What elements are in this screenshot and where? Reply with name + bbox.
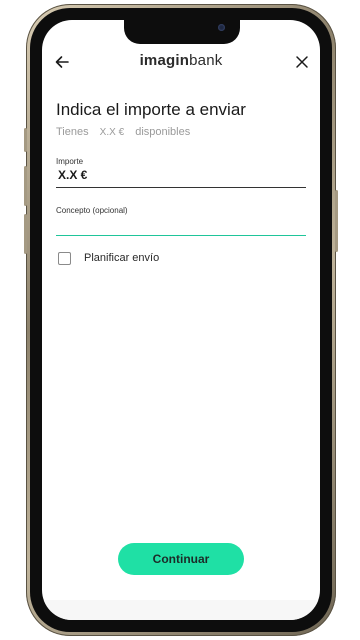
phone-notch xyxy=(124,20,240,44)
app-screen: imaginbank Indica el importe a enviar Ti… xyxy=(42,20,320,620)
available-balance: Tienes X.X € disponibles xyxy=(56,126,198,138)
logo-text-bold: imagin xyxy=(139,52,190,69)
app-header: imaginbank xyxy=(42,48,320,76)
amount-label: Importe xyxy=(56,157,84,166)
front-camera xyxy=(218,24,225,31)
phone-side-button xyxy=(24,214,27,254)
concept-input[interactable] xyxy=(56,224,306,236)
schedule-label: Planificar envío xyxy=(84,252,160,264)
schedule-option[interactable]: Planificar envío xyxy=(58,250,198,266)
continue-button[interactable]: Continuar xyxy=(118,543,244,575)
app-logo: imaginbank xyxy=(42,52,320,69)
page-title: Indica el importe a enviar xyxy=(56,100,246,119)
amount-input[interactable]: X.X € xyxy=(56,166,306,188)
logo-text-light: bank xyxy=(189,52,223,69)
concept-label: Concepto (opcional) xyxy=(56,206,128,215)
close-button[interactable] xyxy=(294,54,310,70)
amount-value: X.X € xyxy=(58,168,88,182)
phone-side-button xyxy=(24,128,27,152)
phone-side-button xyxy=(335,190,338,252)
home-indicator-area xyxy=(42,600,320,620)
available-prefix: Tienes xyxy=(56,126,89,138)
available-suffix: disponibles xyxy=(135,126,191,138)
phone-side-button xyxy=(24,166,27,206)
available-amount: X.X € xyxy=(99,127,125,138)
close-icon xyxy=(296,56,308,68)
schedule-checkbox[interactable] xyxy=(58,252,71,265)
